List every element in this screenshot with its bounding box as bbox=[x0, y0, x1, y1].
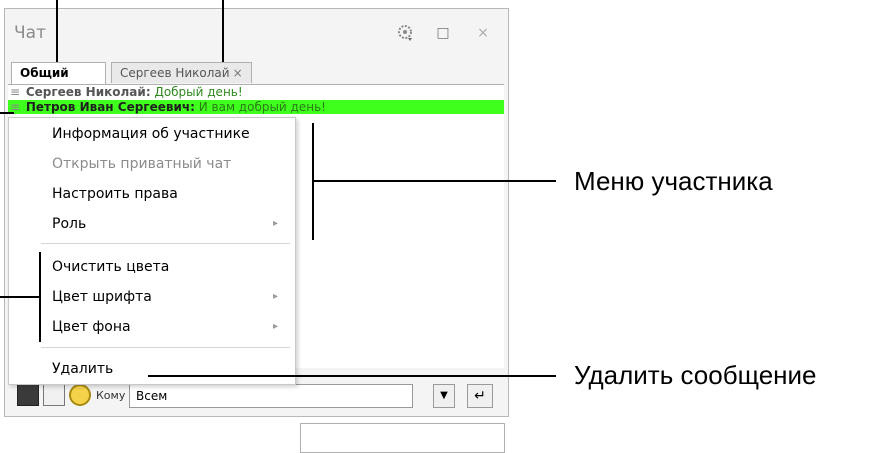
chevron-down-icon[interactable]: ▼ bbox=[433, 384, 455, 408]
message-author[interactable]: Сергеев Николай: bbox=[26, 85, 151, 99]
menu-item-member-info[interactable]: Информация об участнике bbox=[52, 124, 250, 144]
tab-close-icon[interactable]: × bbox=[233, 66, 243, 80]
member-context-menu: Информация об участнике Открыть приватны… bbox=[8, 117, 296, 385]
annotation-delete-message: Удалить сообщение bbox=[574, 360, 817, 390]
send-button[interactable]: ↵ bbox=[467, 384, 493, 408]
menu-item-role[interactable]: Роль bbox=[52, 214, 86, 234]
bottom-toolbar: Кому Всем ▼ ↵ bbox=[11, 382, 506, 410]
settings-gear-icon[interactable] bbox=[395, 23, 415, 43]
recipient-select[interactable]: Всем bbox=[129, 384, 413, 408]
callout-line bbox=[0, 296, 40, 298]
to-label: Кому bbox=[96, 389, 126, 402]
message-author[interactable]: Петров Иван Сергеевич: bbox=[26, 100, 195, 114]
menu-separator bbox=[41, 243, 290, 244]
message-input[interactable] bbox=[300, 423, 505, 453]
title-bar: Чат □ × bbox=[5, 9, 508, 57]
drag-handle-icon[interactable]: ≡ bbox=[8, 85, 22, 99]
tab-general-label: Общий bbox=[20, 66, 69, 80]
smiley-icon[interactable] bbox=[69, 384, 91, 406]
submenu-arrow-icon: ▸ bbox=[273, 321, 279, 332]
menu-item-configure-rights[interactable]: Настроить права bbox=[52, 184, 178, 204]
submenu-arrow-icon: ▸ bbox=[273, 291, 279, 302]
menu-separator bbox=[41, 347, 290, 348]
callout-line bbox=[222, 0, 224, 62]
callout-line bbox=[39, 252, 41, 342]
font-color-button[interactable] bbox=[17, 384, 39, 406]
menu-item-font-color[interactable]: Цвет шрифта bbox=[52, 287, 152, 307]
submenu-arrow-icon: ▸ bbox=[273, 218, 279, 229]
menu-item-delete[interactable]: Удалить bbox=[52, 359, 113, 379]
message-text: Добрый день! bbox=[150, 85, 243, 99]
callout-line bbox=[56, 0, 58, 62]
tab-private-label: Сергеев Николай bbox=[120, 66, 230, 80]
annotation-member-menu: Меню участника bbox=[574, 166, 773, 196]
menu-item-open-private-chat[interactable]: Открыть приватный чат bbox=[52, 154, 231, 174]
menu-item-background-color[interactable]: Цвет фона bbox=[52, 317, 131, 337]
background-color-button[interactable] bbox=[43, 384, 65, 406]
window-title: Чат bbox=[14, 23, 46, 43]
callout-line bbox=[312, 180, 556, 182]
maximize-button[interactable]: □ bbox=[433, 23, 453, 43]
message-text: И вам добрый день! bbox=[194, 100, 326, 114]
callout-line bbox=[148, 375, 556, 377]
tab-private-sergeev[interactable]: Сергеев Николай × bbox=[111, 62, 252, 83]
tab-general[interactable]: Общий bbox=[11, 62, 106, 84]
chat-message-selected[interactable]: ≡ Петров Иван Сергеевич: И вам добрый де… bbox=[8, 100, 504, 114]
menu-item-clear-colors[interactable]: Очистить цвета bbox=[52, 257, 169, 277]
chat-message[interactable]: ≡ Сергеев Николай: Добрый день! bbox=[8, 85, 504, 99]
callout-line bbox=[0, 112, 14, 114]
close-button[interactable]: × bbox=[473, 23, 493, 43]
